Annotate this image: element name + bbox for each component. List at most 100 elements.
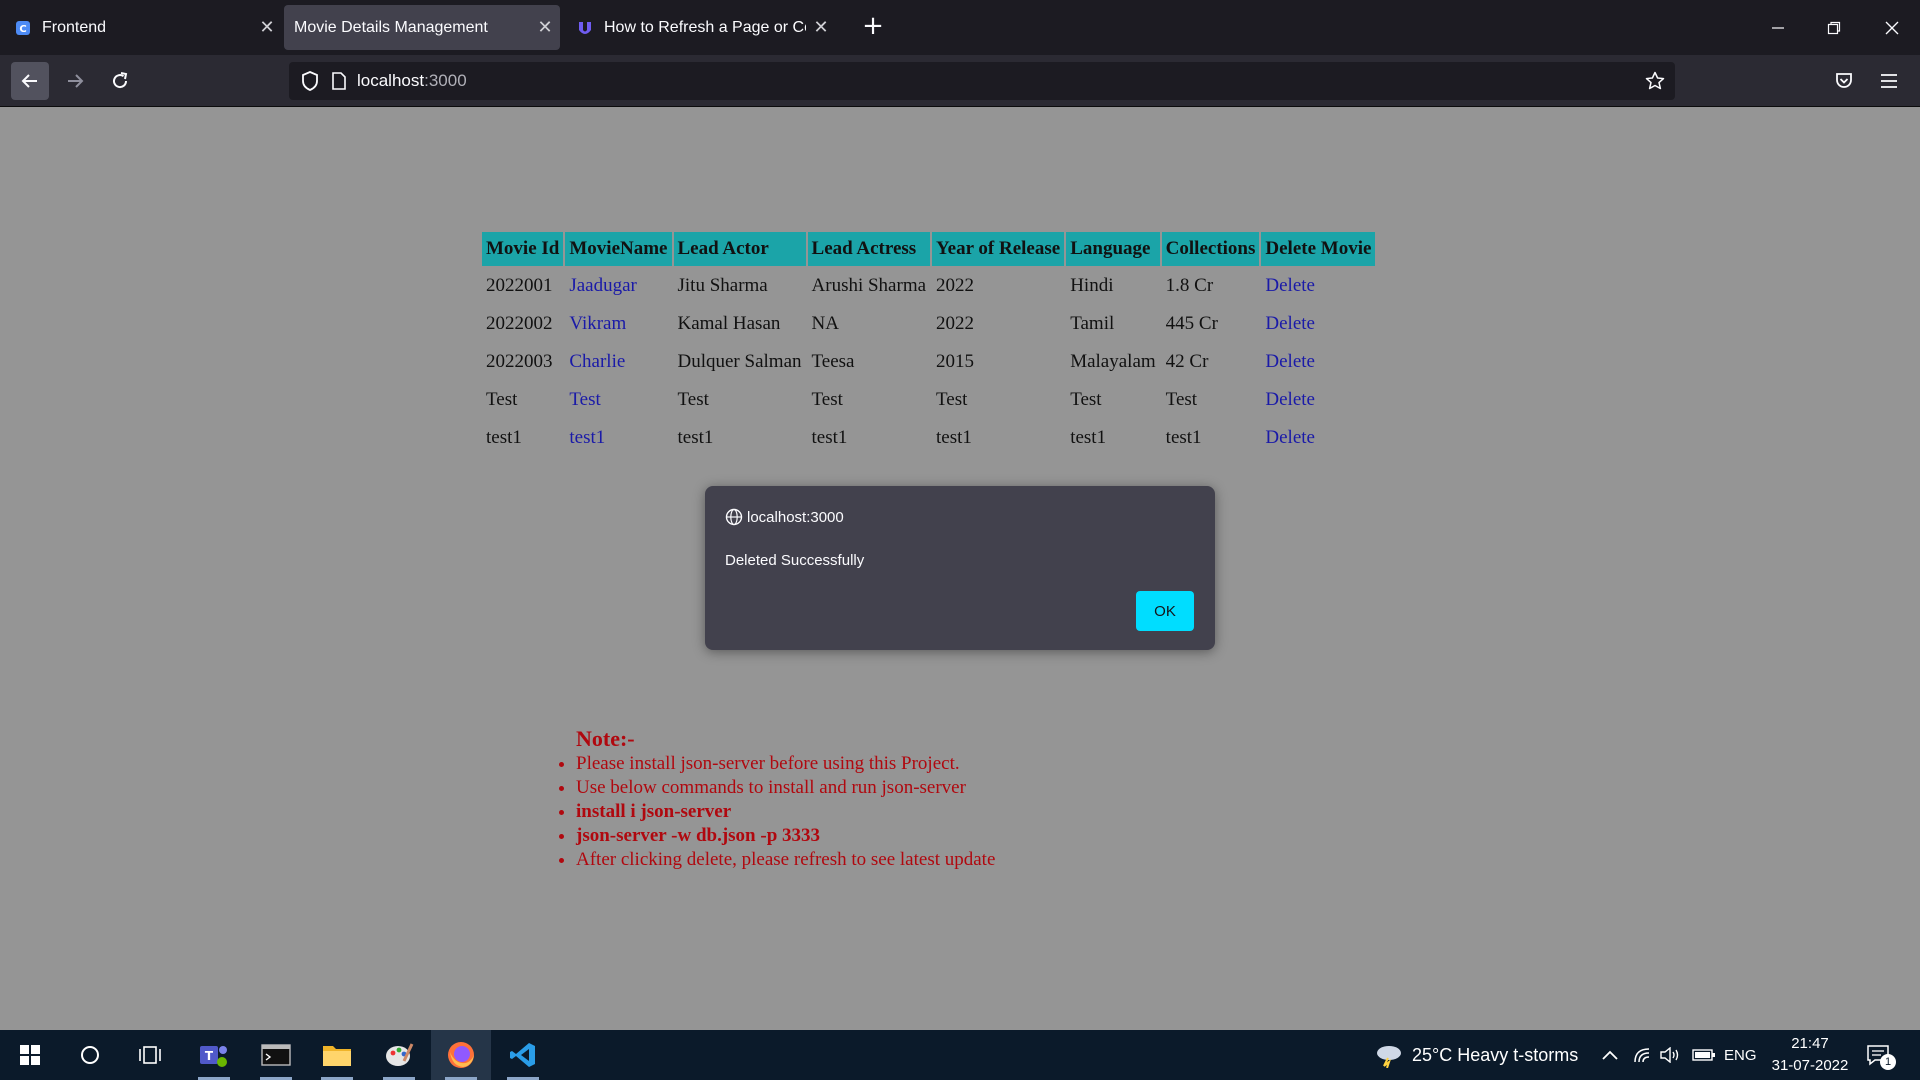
note-item: After clicking delete, please refresh to… <box>576 848 995 872</box>
cell-delete: Delete <box>1261 268 1375 304</box>
language-indicator[interactable]: ENG <box>1724 1030 1757 1080</box>
cell-movie-name: Charlie <box>565 344 671 380</box>
minimize-window-button[interactable] <box>1750 0 1806 55</box>
cell-year: 2022 <box>936 313 975 334</box>
search-button[interactable] <box>60 1030 120 1080</box>
movie-name-link[interactable]: test1 <box>569 427 605 448</box>
cell-delete: Delete <box>1261 344 1375 380</box>
firefox-app-icon[interactable] <box>431 1030 491 1080</box>
browser-nav-bar: localhost:3000 <box>0 55 1920 107</box>
notification-count-badge: 1 <box>1880 1054 1896 1070</box>
cell-language: test1 <box>1070 427 1107 448</box>
show-hidden-icons-button[interactable] <box>1601 1030 1619 1080</box>
cell-lead-actress: Test <box>811 389 843 410</box>
clock[interactable]: 21:47 31-07-2022 <box>1765 1030 1855 1080</box>
cell-collections: 42 Cr <box>1165 351 1209 372</box>
delete-link[interactable]: Delete <box>1265 427 1315 448</box>
page-icon[interactable] <box>331 72 347 90</box>
bookmark-star-icon[interactable] <box>1645 71 1665 91</box>
close-tab-icon[interactable]: ✕ <box>530 17 560 38</box>
cell-language: Malayalam <box>1070 351 1156 372</box>
restore-window-button[interactable] <box>1806 0 1862 55</box>
svg-text:C: C <box>19 24 26 35</box>
header-language: Language <box>1066 232 1160 266</box>
vscode-app-icon[interactable] <box>493 1030 553 1080</box>
clock-time: 21:47 <box>1791 1035 1829 1052</box>
reload-button[interactable] <box>101 62 139 100</box>
browser-tab-bar: C Frontend ✕ Movie Details Management ✕ … <box>0 0 1920 55</box>
close-tab-icon[interactable]: ✕ <box>806 17 836 38</box>
url-bar[interactable]: localhost:3000 <box>289 62 1675 100</box>
cell-delete: Delete <box>1261 420 1375 456</box>
header-collections: Collections <box>1161 232 1260 266</box>
menu-icon[interactable] <box>1870 62 1908 100</box>
task-view-button[interactable] <box>120 1030 180 1080</box>
notification-icon: 1 <box>1866 1044 1896 1070</box>
forward-button[interactable] <box>56 62 94 100</box>
start-button[interactable] <box>0 1030 60 1080</box>
close-tab-icon[interactable]: ✕ <box>252 17 282 38</box>
table-row: 2022002 Vikram Kamal Hasan NA 2022 Tamil… <box>482 306 1375 342</box>
shield-icon[interactable] <box>301 71 319 91</box>
cell-lead-actor: Dulquer Salman <box>677 351 802 372</box>
tab-movie-details[interactable]: Movie Details Management ✕ <box>284 5 560 50</box>
ok-button[interactable]: OK <box>1136 591 1194 631</box>
close-window-button[interactable] <box>1864 0 1920 55</box>
clock-date: 31-07-2022 <box>1771 1057 1849 1074</box>
header-delete-movie: Delete Movie <box>1261 232 1376 266</box>
tab-label: Frontend <box>42 18 107 36</box>
cell-lead-actress: Teesa <box>811 351 855 372</box>
table-row: 2022001 Jaadugar Jitu Sharma Arushi Shar… <box>482 268 1375 304</box>
new-tab-button[interactable]: + <box>858 12 888 42</box>
paint-app-icon[interactable] <box>369 1030 429 1080</box>
cell-movie-id: 2022003 <box>486 351 553 372</box>
globe-icon <box>725 508 743 526</box>
tab-label: How to Refresh a Page or Comp <box>604 18 806 36</box>
cell-movie-id: 2022002 <box>486 313 553 334</box>
table-row: 2022003 Charlie Dulquer Salman Teesa 201… <box>482 344 1375 380</box>
cell-movie-id: test1 <box>486 427 522 448</box>
delete-link[interactable]: Delete <box>1265 313 1315 334</box>
cell-lead-actress: NA <box>811 313 839 334</box>
url-host: localhost <box>357 71 425 90</box>
pocket-icon[interactable] <box>1825 62 1863 100</box>
note-section: Note:- Please install json-server before… <box>555 726 995 872</box>
tab-label: Movie Details Management <box>294 18 488 36</box>
terminal-app-icon[interactable] <box>246 1030 306 1080</box>
cell-movie-name: Jaadugar <box>565 268 671 304</box>
weather-widget[interactable]: 25°C Heavy t-storms <box>1374 1030 1578 1080</box>
tab-frontend[interactable]: C Frontend ✕ <box>0 5 282 50</box>
table-header-row: Movie Id MovieName Lead Actor Lead Actre… <box>482 232 1376 266</box>
cell-lead-actor: Jitu Sharma <box>677 275 768 296</box>
url-port: :3000 <box>424 71 467 90</box>
cell-year: 2015 <box>936 351 975 372</box>
file-explorer-icon[interactable] <box>307 1030 367 1080</box>
weather-text: 25°C Heavy t-storms <box>1412 1044 1579 1065</box>
windows-taskbar: T 25°C Heavy t-storms ENG 21:47 31-07-20… <box>0 1030 1920 1080</box>
svg-text:T: T <box>205 1049 214 1063</box>
movie-name-link[interactable]: Test <box>569 389 600 410</box>
battery-icon[interactable] <box>1692 1030 1716 1080</box>
dialog-message: Deleted Successfully <box>725 552 865 569</box>
movie-name-link[interactable]: Jaadugar <box>569 275 637 296</box>
volume-icon[interactable] <box>1660 1030 1682 1080</box>
tab-how-to-refresh[interactable]: How to Refresh a Page or Comp ✕ <box>562 5 836 50</box>
note-list: Please install json-server before using … <box>555 752 995 872</box>
notification-center-button[interactable]: 1 <box>1866 1030 1896 1080</box>
teams-app-icon[interactable]: T <box>184 1030 244 1080</box>
movie-name-link[interactable]: Charlie <box>569 351 625 372</box>
dialog-origin: localhost:3000 <box>725 508 844 526</box>
delete-link[interactable]: Delete <box>1265 389 1315 410</box>
note-item-command: install i json-server <box>576 800 995 824</box>
cell-language: Hindi <box>1070 275 1114 296</box>
cell-collections: Test <box>1165 389 1198 410</box>
cell-movie-id: Test <box>486 389 518 410</box>
cell-delete: Delete <box>1261 382 1375 418</box>
movie-name-link[interactable]: Vikram <box>569 313 626 334</box>
cell-movie-name: test1 <box>565 420 671 456</box>
delete-link[interactable]: Delete <box>1265 275 1315 296</box>
network-icon[interactable] <box>1633 1030 1651 1080</box>
delete-link[interactable]: Delete <box>1265 351 1315 372</box>
back-button[interactable] <box>11 62 49 100</box>
cell-year: Test <box>936 389 968 410</box>
